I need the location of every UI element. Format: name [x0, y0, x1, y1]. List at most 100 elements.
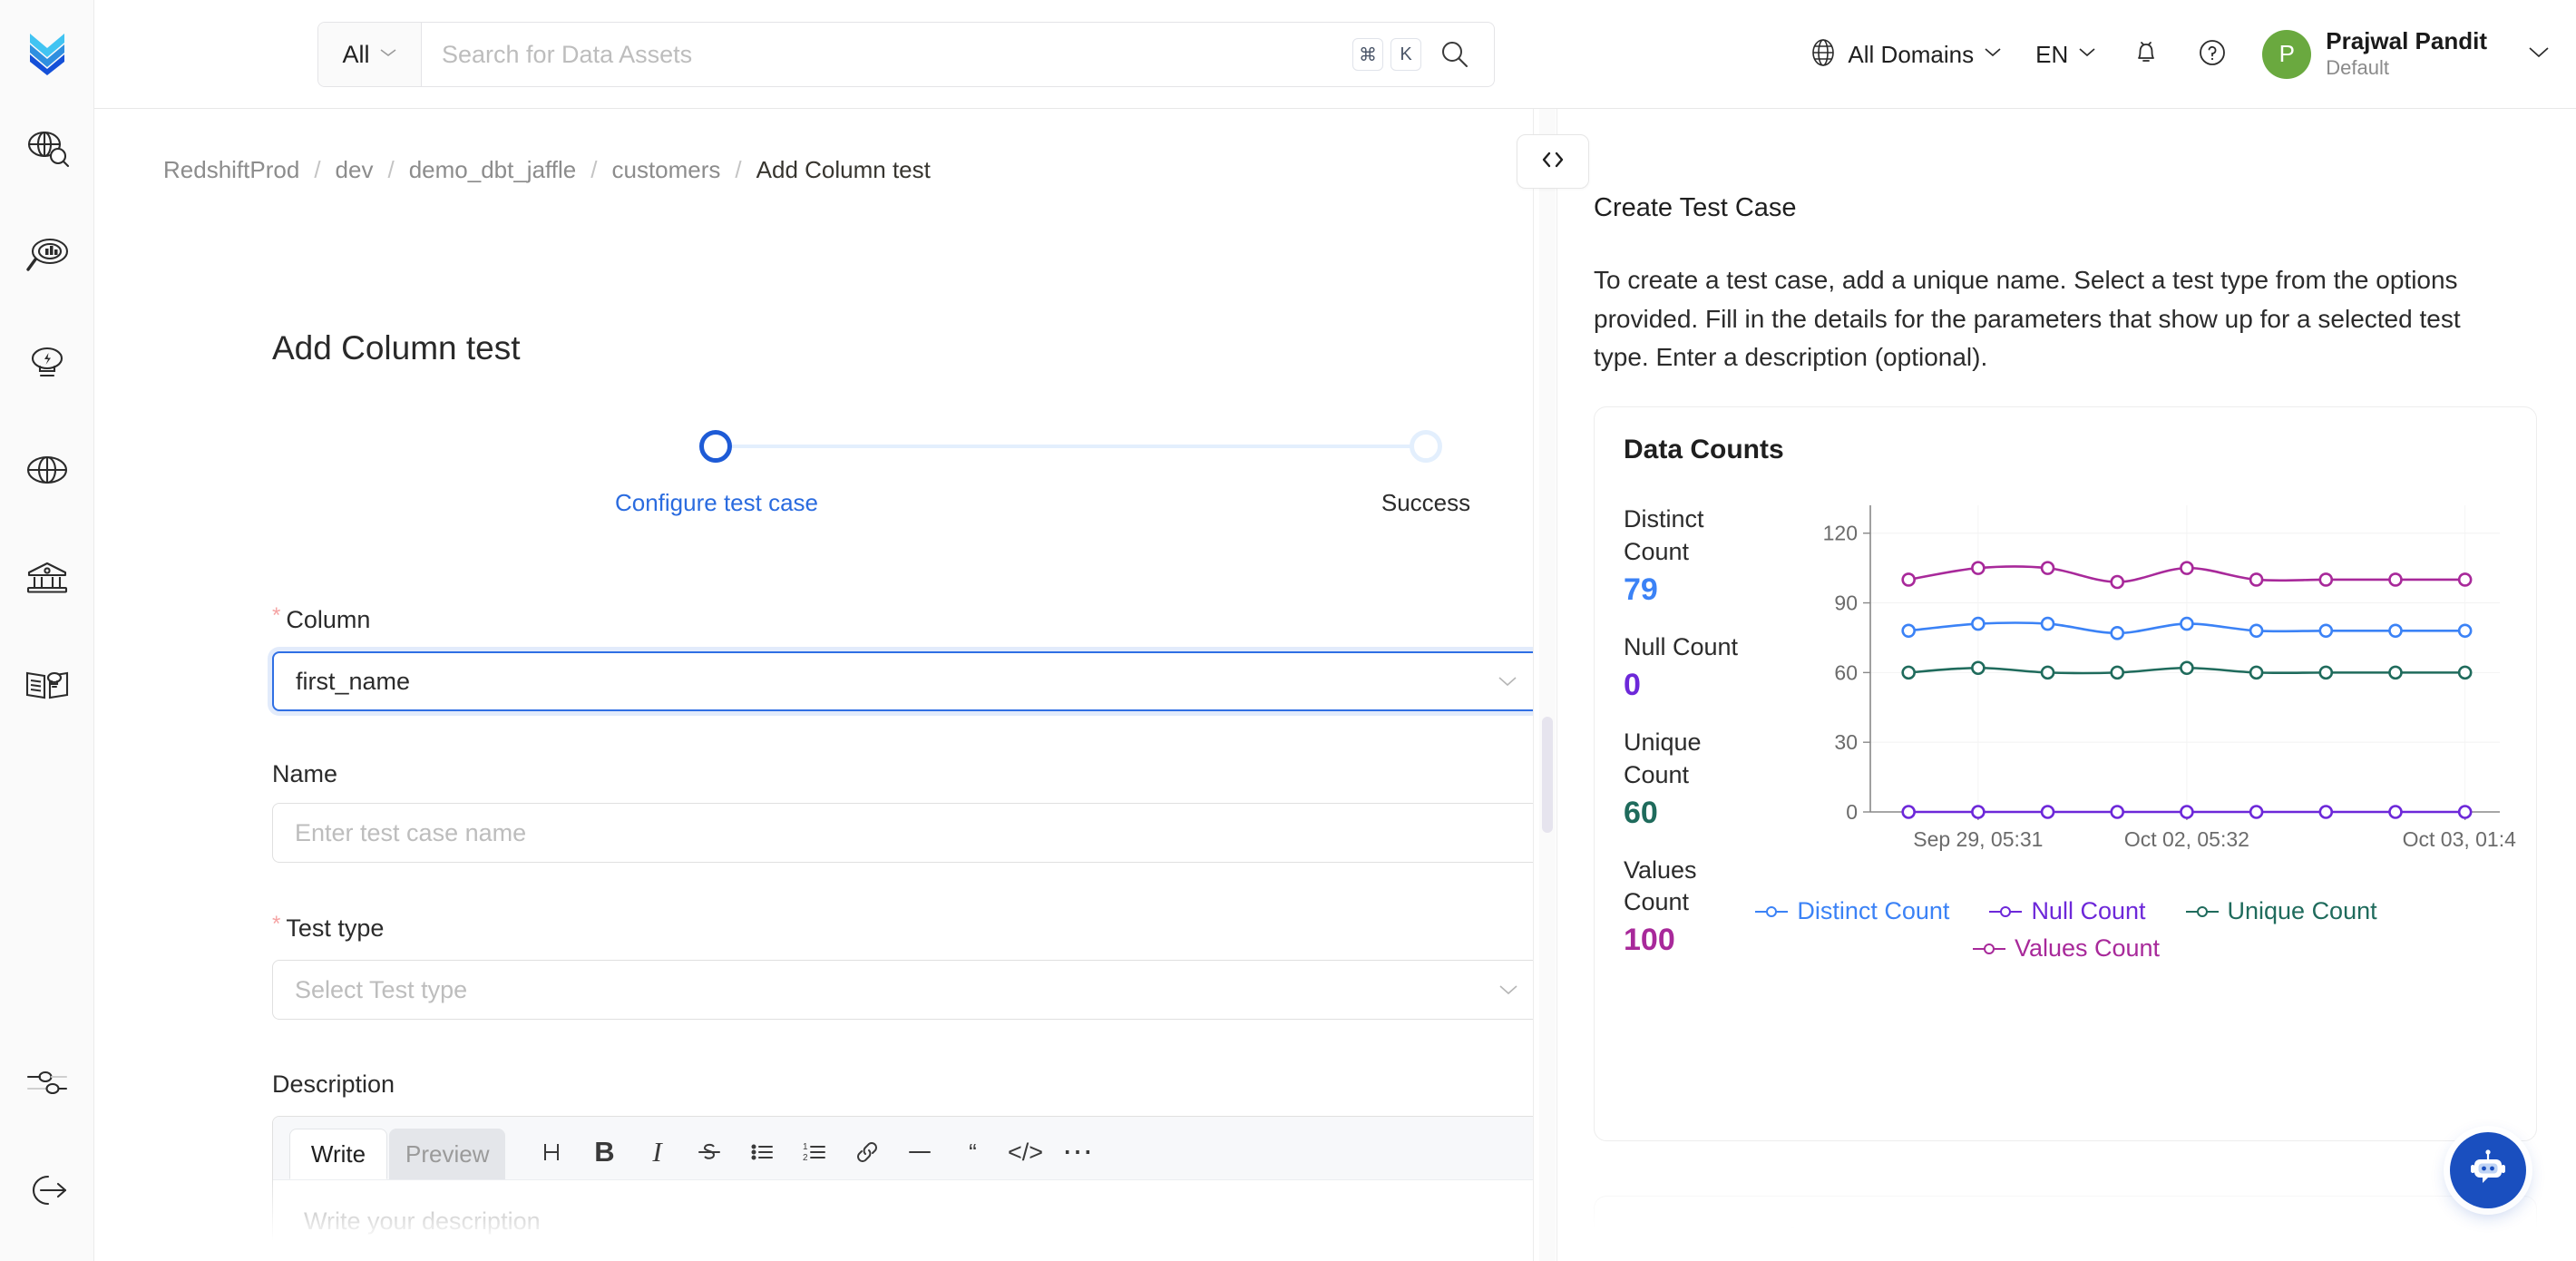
globe-search-icon	[23, 124, 72, 178]
sidebar-item-settings[interactable]	[18, 1056, 76, 1114]
right-panel-description: To create a test case, add a unique name…	[1594, 261, 2517, 377]
breadcrumb-separator: /	[299, 156, 335, 184]
blockquote-icon[interactable]: “	[946, 1127, 999, 1178]
sidebar-item-insights[interactable]	[18, 229, 76, 287]
sidebar-item-explore[interactable]	[18, 122, 76, 180]
breadcrumb-item-1[interactable]: dev	[336, 156, 374, 184]
sidebar-item-domains[interactable]	[18, 443, 76, 501]
sidebar-item-glossary[interactable]	[18, 657, 76, 715]
italic-icon[interactable]: I	[630, 1127, 683, 1178]
horizontal-rule-icon[interactable]	[893, 1127, 946, 1178]
data-counts-card-title: Data Counts	[1624, 435, 1784, 465]
search-scope-label: All	[342, 41, 369, 69]
svg-text:2: 2	[803, 1153, 808, 1163]
legend-item-values-count[interactable]: Values Count	[1973, 934, 2160, 963]
help-button[interactable]	[2179, 35, 2246, 74]
right-pane-scrollbar-thumb[interactable]	[1542, 717, 1553, 833]
kbd-k-badge: K	[1390, 38, 1421, 71]
logout-arrow-icon	[23, 1166, 72, 1219]
data-counts-card: Data Counts Distinct Count 79 Null Count…	[1594, 406, 2537, 1141]
bullet-list-icon[interactable]	[736, 1127, 788, 1178]
more-options-icon[interactable]: ⋯	[1051, 1127, 1104, 1178]
link-icon[interactable]	[841, 1127, 893, 1178]
stat-null-count: Null Count 0	[1624, 631, 1787, 703]
chevron-down-icon	[1983, 46, 2003, 63]
user-menu[interactable]: P Prajwal Pandit Default	[2246, 28, 2551, 80]
language-selector[interactable]: EN	[2019, 41, 2113, 69]
code-block-icon[interactable]: </>	[999, 1127, 1051, 1178]
stat-distinct-count: Distinct Count 79	[1624, 503, 1787, 608]
globe-icon	[23, 445, 72, 499]
sidebar-item-governance[interactable]	[18, 550, 76, 608]
legend-label: Null Count	[2031, 897, 2145, 925]
breadcrumb-item-4: Add Column test	[756, 156, 931, 184]
svg-text:60: 60	[1834, 660, 1858, 684]
strikethrough-icon[interactable]	[683, 1127, 736, 1178]
name-field-label: Name	[272, 760, 337, 788]
search-input[interactable]	[442, 41, 1345, 69]
user-role: Default	[2326, 55, 2487, 81]
stat-label: Unique Count	[1624, 727, 1764, 792]
name-input[interactable]: Enter test case name	[272, 803, 1533, 863]
description-textarea[interactable]: Write your description	[273, 1180, 1533, 1261]
description-field-label: Description	[272, 1070, 395, 1099]
global-search-bar[interactable]: All ⌘ K	[317, 22, 1495, 87]
pane-divider-right	[1556, 109, 1557, 1261]
legend-item-null-count[interactable]: Null Count	[1989, 897, 2145, 925]
stepper-dot-configure[interactable]	[699, 430, 732, 463]
legend-label: Unique Count	[2228, 897, 2377, 925]
chevron-down-icon	[1497, 670, 1518, 693]
legend-item-distinct-count[interactable]: Distinct Count	[1755, 897, 1949, 925]
bell-icon	[2130, 36, 2162, 73]
legend-item-unique-count[interactable]: Unique Count	[2186, 897, 2377, 925]
page-title: Add Column test	[272, 329, 521, 367]
heading-icon[interactable]	[525, 1127, 578, 1178]
sidebar-item-automations[interactable]	[18, 336, 76, 394]
description-editor: Write Preview B I	[272, 1116, 1533, 1261]
avatar: P	[2262, 30, 2311, 79]
stepper-label-configure: Configure test case	[567, 486, 866, 521]
breadcrumb-separator: /	[576, 156, 611, 184]
tab-write[interactable]: Write	[289, 1129, 387, 1179]
svg-text:90: 90	[1834, 591, 1858, 615]
chart-legend: Distinct Count Null Count Unique Count V…	[1631, 897, 2502, 972]
right-pane-scrollbar-track[interactable]	[1539, 109, 1556, 1261]
right-panel-collapse-button[interactable]	[1517, 134, 1589, 189]
search-icon[interactable]	[1439, 39, 1470, 70]
open-book-icon	[23, 660, 72, 713]
legend-marker-icon	[1973, 943, 2005, 955]
chevron-down-icon	[379, 46, 397, 63]
domain-selector-label: All Domains	[1848, 41, 1974, 69]
sidebar-item-logout[interactable]	[18, 1163, 76, 1221]
bank-icon	[23, 552, 72, 606]
data-counts-line-chart[interactable]: 0306090120Sep 29, 05:31Oct 02, 05:32Oct …	[1800, 494, 2516, 875]
globe-icon	[1808, 37, 1839, 73]
search-scope-dropdown[interactable]: All	[318, 23, 422, 86]
chat-assistant-button[interactable]	[2450, 1132, 2526, 1208]
breadcrumb-item-0[interactable]: RedshiftProd	[163, 156, 299, 184]
chart-legend-row-2: Values Count	[1631, 934, 2502, 963]
question-circle-icon	[2195, 35, 2230, 74]
domain-selector[interactable]: All Domains	[1791, 37, 2019, 73]
robot-chat-icon	[2464, 1145, 2512, 1197]
pane-divider-left	[1533, 109, 1534, 1261]
notifications-button[interactable]	[2113, 36, 2179, 73]
numbered-list-icon[interactable]: 1 2	[788, 1127, 841, 1178]
legend-marker-icon	[2186, 905, 2219, 918]
search-input-wrapper: ⌘ K	[422, 38, 1494, 71]
breadcrumb-separator: /	[373, 156, 408, 184]
test-type-select[interactable]: Select Test type	[272, 960, 1533, 1020]
breadcrumb-item-3[interactable]: customers	[612, 156, 721, 184]
stepper-connector-line	[731, 445, 1439, 448]
code-collapse-icon	[1537, 148, 1569, 176]
test-type-select-placeholder: Select Test type	[295, 976, 1498, 1004]
breadcrumb-separator: /	[720, 156, 756, 184]
breadcrumb-item-2[interactable]: demo_dbt_jaffle	[409, 156, 577, 184]
app-logo[interactable]	[18, 22, 76, 80]
bold-icon[interactable]: B	[578, 1127, 630, 1178]
tab-preview[interactable]: Preview	[389, 1129, 505, 1179]
stepper-dot-success[interactable]	[1410, 430, 1442, 463]
column-select[interactable]: first_name	[272, 651, 1533, 711]
stat-label: Null Count	[1624, 631, 1764, 664]
stat-value: 79	[1624, 572, 1787, 608]
